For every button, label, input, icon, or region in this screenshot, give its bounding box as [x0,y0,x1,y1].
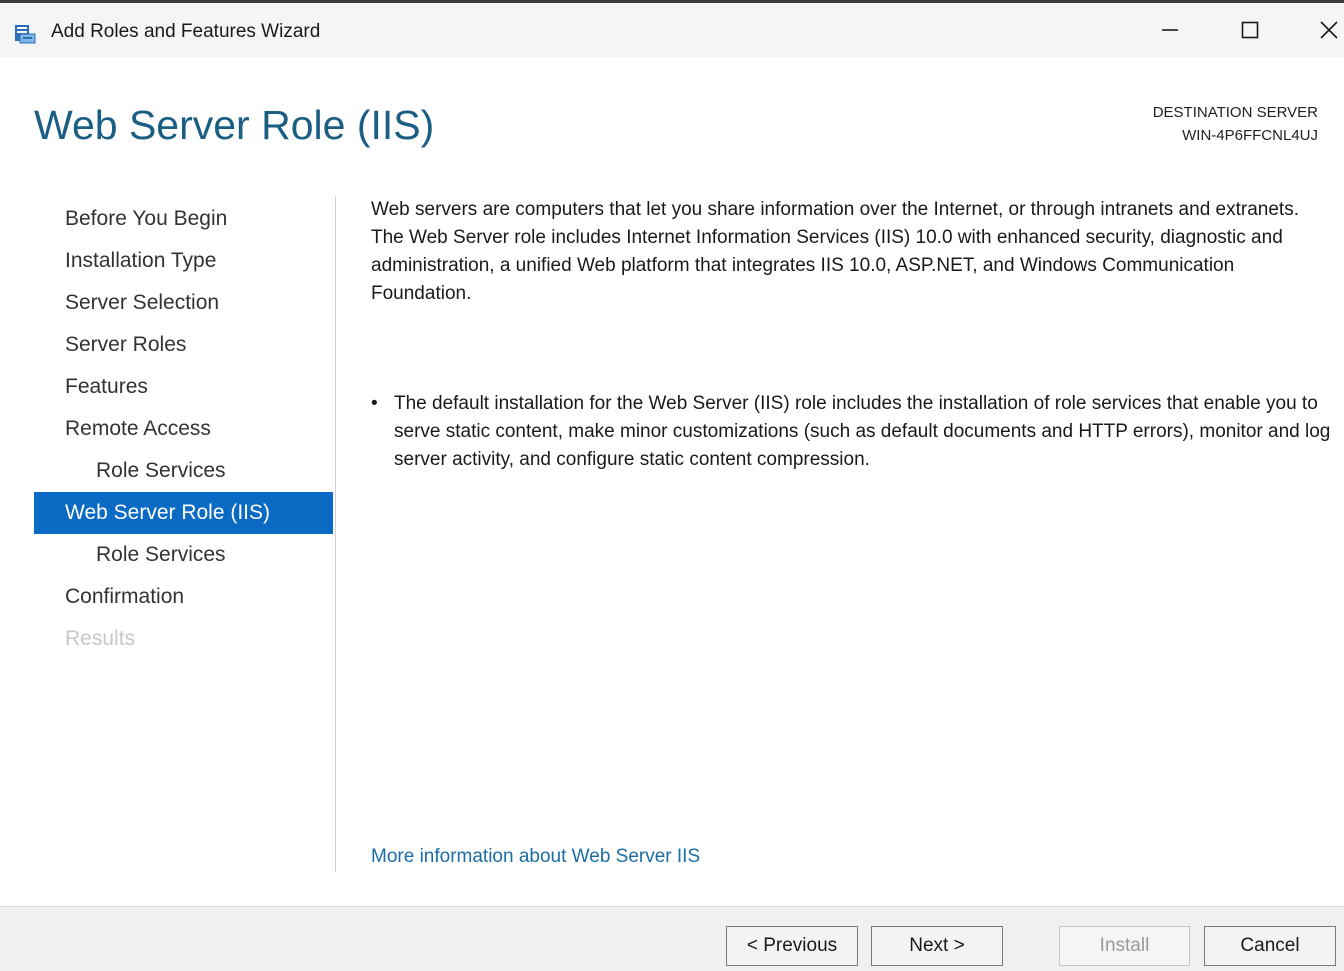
maximize-icon [1241,21,1259,39]
default-installation-text: The default installation for the Web Ser… [394,393,1331,470]
previous-button[interactable]: < Previous [726,926,858,966]
content-pane: Web servers are computers that let you s… [371,196,1331,470]
nav-item-web-server-role[interactable]: Web Server Role (IIS) [34,492,333,534]
nav-item-remote-access[interactable]: Remote Access [34,408,333,450]
nav-item-remote-access-role-services[interactable]: Role Services [34,450,333,492]
nav-item-server-roles[interactable]: Server Roles [34,324,333,366]
page-title: Web Server Role (IIS) [34,102,435,148]
nav-item-features[interactable]: Features [34,366,333,408]
wizard-footer: < Previous Next > Install Cancel [0,906,1344,971]
server-manager-icon [14,22,36,44]
destination-server-name: WIN-4P6FFCNL4UJ [1182,127,1318,144]
role-description: Web servers are computers that let you s… [371,199,1299,304]
nav-item-installation-type[interactable]: Installation Type [34,240,333,282]
default-installation-note: • The default installation for the Web S… [371,390,1331,474]
nav-item-server-selection[interactable]: Server Selection [34,282,333,324]
more-information-link[interactable]: More information about Web Server IIS [371,846,700,868]
window-title: Add Roles and Features Wizard [51,21,321,42]
close-button[interactable] [1306,3,1344,57]
minimize-icon [1162,29,1178,31]
nav-item-before-you-begin[interactable]: Before You Begin [34,198,333,240]
destination-server-label: DESTINATION SERVER [1152,104,1318,121]
install-button: Install [1059,926,1190,966]
maximize-button[interactable] [1227,3,1273,57]
vertical-divider [335,196,336,872]
wizard-navigation: Before You Begin Installation Type Serve… [34,198,333,660]
cancel-button[interactable]: Cancel [1204,926,1336,966]
title-bar[interactable]: Add Roles and Features Wizard [0,3,1344,57]
nav-item-results: Results [65,627,136,650]
nav-item-web-server-role-services[interactable]: Role Services [34,534,333,576]
minimize-button[interactable] [1147,3,1193,57]
close-icon [1320,21,1338,39]
nav-item-confirmation[interactable]: Confirmation [34,576,333,618]
bullet-point: • [371,393,378,414]
next-button[interactable]: Next > [871,926,1003,966]
